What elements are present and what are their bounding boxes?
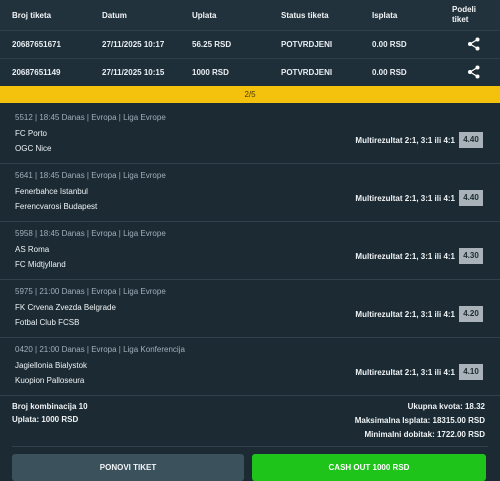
match-row: 5512 | 18:45 Danas | Evropa | Liga Evrop… [0, 106, 500, 164]
col-share: Podeli tiket [452, 5, 477, 24]
ticket-status: POTVRDJENI [281, 40, 333, 49]
match-row: 5958 | 18:45 Danas | Evropa | Liga Evrop… [0, 222, 500, 280]
tickets-table-header: Broj tiketa Datum Uplata Status tiketa I… [0, 0, 500, 30]
away-team: Fotbal Club FCSB [15, 318, 80, 327]
bet-pick: Multirezultat 2:1, 3:1 ili 4:1 [355, 136, 455, 145]
match-row: 5975 | 21:00 Danas | Evropa | Liga Evrop… [0, 280, 500, 338]
ticket-date: 27/11/2025 10:17 [102, 40, 165, 49]
ticket-row[interactable]: 20687651671 27/11/2025 10:17 56.25 RSD P… [0, 30, 500, 58]
ticket-pager[interactable]: 2/5 [0, 86, 500, 103]
combinations-count: Broj kombinacija 10 [12, 402, 88, 411]
ticket-status: POTVRDJENI [281, 68, 333, 77]
bet-pick: Multirezultat 2:1, 3:1 ili 4:1 [355, 194, 455, 203]
odds-badge: 4.10 [459, 364, 483, 380]
home-team: FK Crvena Zvezda Belgrade [15, 303, 116, 312]
odds-badge: 4.40 [459, 190, 483, 206]
ticket-number: 20687651149 [12, 68, 61, 77]
match-row: 0420 | 21:00 Danas | Evropa | Liga Konfe… [0, 338, 500, 396]
match-meta: 5975 | 21:00 Danas | Evropa | Liga Evrop… [15, 287, 166, 296]
bet-pick: Multirezultat 2:1, 3:1 ili 4:1 [355, 368, 455, 377]
col-payment: Uplata [192, 11, 217, 20]
away-team: Kuopion Palloseura [15, 376, 85, 385]
repeat-ticket-button[interactable]: PONOVI TIKET [12, 454, 244, 481]
ticket-payout: 0.00 RSD [372, 68, 407, 77]
home-team: Jagiellonia Bialystok [15, 361, 88, 370]
total-odds: Ukupna kvota: 18.32 [407, 402, 485, 411]
match-row: 5641 | 18:45 Danas | Evropa | Liga Evrop… [0, 164, 500, 222]
share-icon[interactable] [467, 37, 481, 51]
col-date: Datum [102, 11, 127, 20]
ticket-payment: 56.25 RSD [192, 40, 232, 49]
odds-badge: 4.20 [459, 306, 483, 322]
match-meta: 5512 | 18:45 Danas | Evropa | Liga Evrop… [15, 113, 166, 122]
ticket-payment: 1000 RSD [192, 68, 229, 77]
min-win: Minimalni dobitak: 1722.00 RSD [364, 430, 485, 439]
ticket-row[interactable]: 20687651149 27/11/2025 10:15 1000 RSD PO… [0, 58, 500, 86]
bet-pick: Multirezultat 2:1, 3:1 ili 4:1 [355, 252, 455, 261]
home-team: Fenerbahce Istanbul [15, 187, 88, 196]
divider [12, 446, 488, 447]
max-payout: Maksimalna Isplata: 18315.00 RSD [354, 416, 485, 425]
ticket-payout: 0.00 RSD [372, 40, 407, 49]
col-payout: Isplata [372, 11, 398, 20]
home-team: FC Porto [15, 129, 48, 138]
match-meta: 5641 | 18:45 Danas | Evropa | Liga Evrop… [15, 171, 166, 180]
home-team: AS Roma [15, 245, 50, 254]
match-meta: 5958 | 18:45 Danas | Evropa | Liga Evrop… [15, 229, 166, 238]
col-status: Status tiketa [281, 11, 329, 20]
cash-out-button[interactable]: CASH OUT 1000 RSD [252, 454, 486, 481]
away-team: FC Midtjylland [15, 260, 66, 269]
bet-pick: Multirezultat 2:1, 3:1 ili 4:1 [355, 310, 455, 319]
match-meta: 0420 | 21:00 Danas | Evropa | Liga Konfe… [15, 345, 185, 354]
col-ticket-number: Broj tiketa [12, 11, 52, 20]
ticket-date: 27/11/2025 10:15 [102, 68, 165, 77]
away-team: OGC Nice [15, 144, 52, 153]
away-team: Ferencvarosi Budapest [15, 202, 98, 211]
stake-amount: Uplata: 1000 RSD [12, 415, 79, 424]
ticket-number: 20687651671 [12, 40, 61, 49]
share-icon[interactable] [467, 65, 481, 79]
odds-badge: 4.30 [459, 248, 483, 264]
odds-badge: 4.40 [459, 132, 483, 148]
